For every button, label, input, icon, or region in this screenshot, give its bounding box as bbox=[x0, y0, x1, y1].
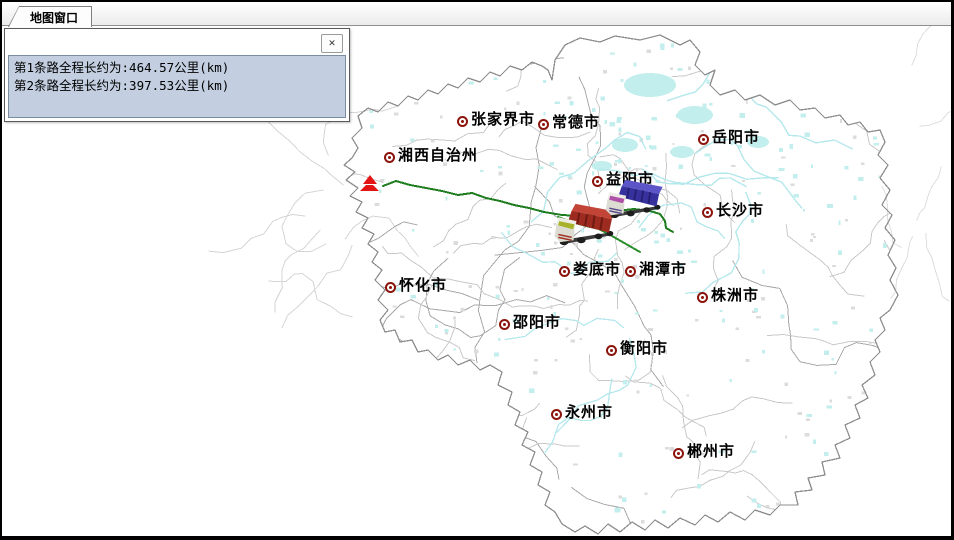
city-label-huaihua: 怀化市 bbox=[399, 277, 447, 295]
city-label-yueyang: 岳阳市 bbox=[712, 129, 760, 147]
city-marker-zhangjiajie[interactable] bbox=[457, 116, 468, 127]
city-label-yongzhou: 永州市 bbox=[565, 404, 613, 422]
city-marker-huaihua[interactable] bbox=[385, 282, 396, 293]
tab-map-window[interactable]: 地图窗口 bbox=[8, 6, 92, 27]
tab-label: 地图窗口 bbox=[9, 7, 91, 27]
city-marker-yongzhou[interactable] bbox=[551, 409, 562, 420]
city-label-xiangxi: 湘西自治州 bbox=[398, 147, 478, 165]
city-marker-changde[interactable] bbox=[538, 119, 549, 130]
city-marker-yueyang[interactable] bbox=[698, 134, 709, 145]
route-info-panel: ✕ 第1条路全程长约为:464.57公里(km) 第2条路全程长约为:397.5… bbox=[4, 28, 350, 122]
city-label-zhuzhou: 株洲市 bbox=[711, 287, 759, 305]
city-marker-xiangxi[interactable] bbox=[384, 152, 395, 163]
city-marker-zhuzhou[interactable] bbox=[697, 292, 708, 303]
city-label-zhangjiajie: 张家界市 bbox=[471, 111, 535, 129]
triangle-poi-icon[interactable] bbox=[360, 174, 382, 194]
city-label-shaoyang: 邵阳市 bbox=[513, 314, 561, 332]
city-marker-yiyang[interactable] bbox=[592, 176, 603, 187]
city-marker-changsha[interactable] bbox=[702, 207, 713, 218]
route-distance-textbox: 第1条路全程长约为:464.57公里(km) 第2条路全程长约为:397.53公… bbox=[8, 55, 346, 118]
city-label-loudi: 娄底市 bbox=[573, 261, 621, 279]
city-marker-hengyang[interactable] bbox=[606, 345, 617, 356]
route-2-distance: 第2条路全程长约为:397.53公里(km) bbox=[14, 77, 340, 95]
close-icon[interactable]: ✕ bbox=[321, 34, 343, 53]
city-label-chenzhou: 郴州市 bbox=[687, 443, 735, 461]
route-1-distance: 第1条路全程长约为:464.57公里(km) bbox=[14, 59, 340, 77]
city-label-changde: 常德市 bbox=[552, 114, 600, 132]
truck-purple-icon[interactable] bbox=[604, 174, 668, 221]
city-label-xiangtan: 湘潭市 bbox=[639, 261, 687, 279]
city-label-hengyang: 衡阳市 bbox=[620, 340, 668, 358]
city-marker-shaoyang[interactable] bbox=[499, 319, 510, 330]
city-marker-loudi[interactable] bbox=[559, 266, 570, 277]
city-marker-chenzhou[interactable] bbox=[673, 448, 684, 459]
city-label-changsha: 长沙市 bbox=[716, 202, 764, 220]
city-marker-xiangtan[interactable] bbox=[625, 266, 636, 277]
tab-bar: 地图窗口 bbox=[2, 2, 951, 26]
